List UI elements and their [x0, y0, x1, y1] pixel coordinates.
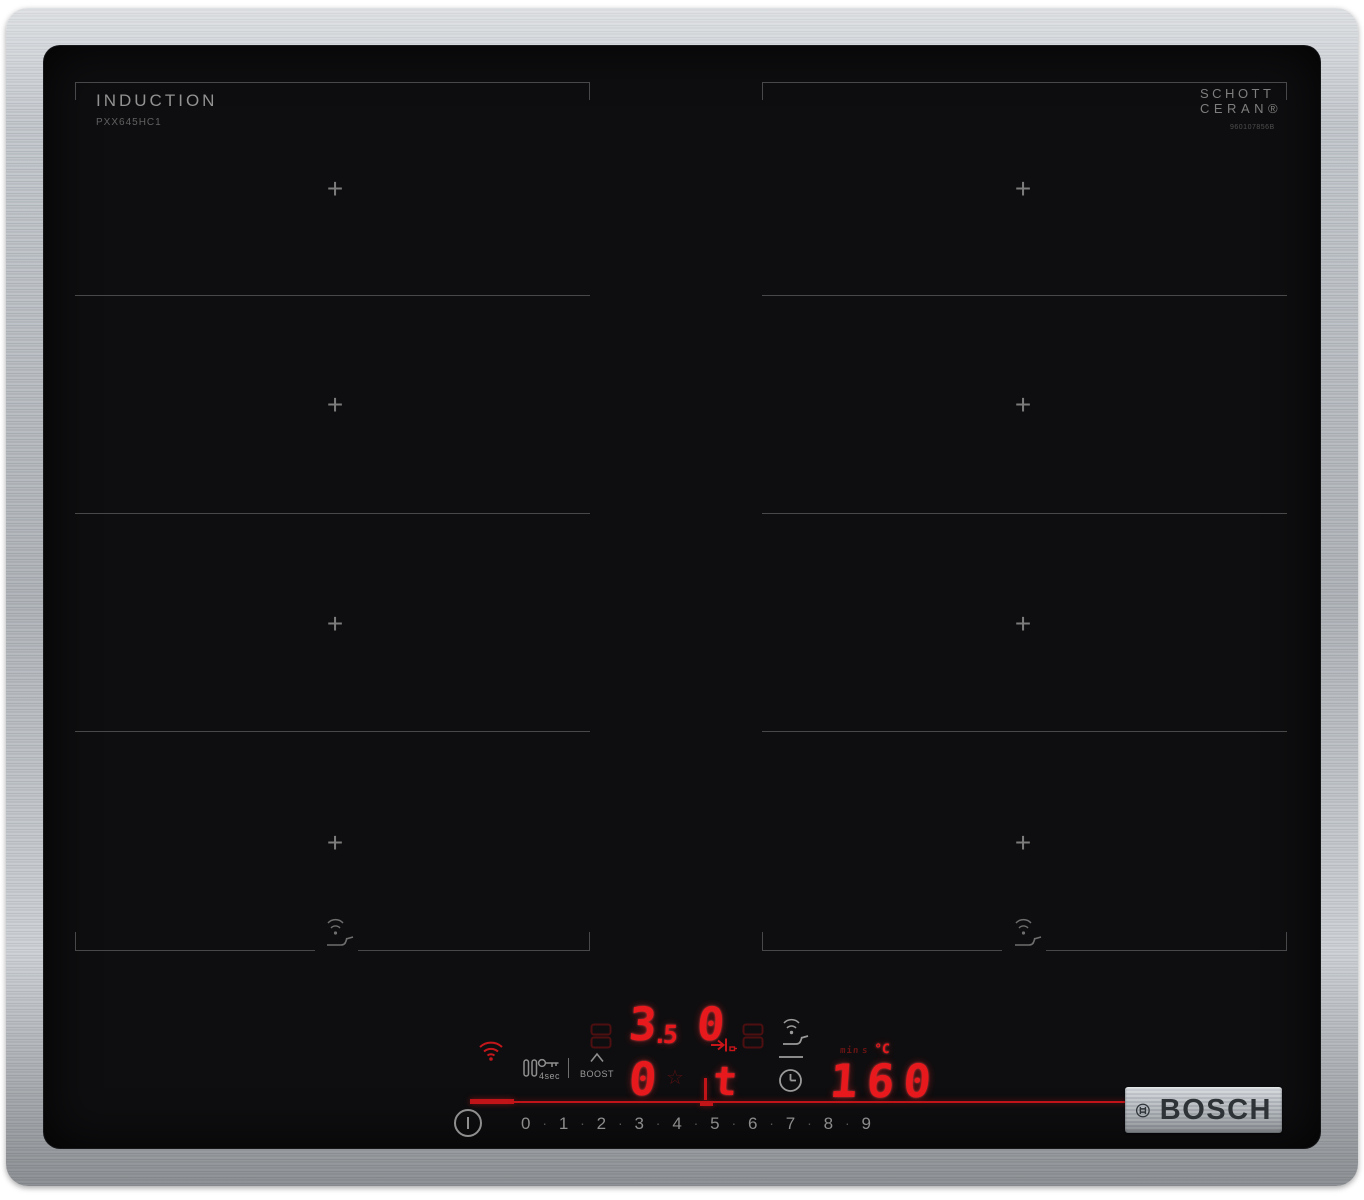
slider-dot: ·: [845, 1116, 850, 1130]
induction-label: INDUCTION: [96, 91, 217, 111]
slider-number[interactable]: 8: [824, 1115, 833, 1132]
bosch-wordmark: BOSCH: [1160, 1096, 1272, 1125]
zone-plus-mark: +: [1015, 829, 1031, 857]
wifi-icon: [478, 1040, 504, 1061]
zone-right-divider-1: [762, 295, 1287, 296]
divider: [568, 1058, 569, 1078]
slider-number[interactable]: 9: [861, 1115, 870, 1132]
slider-dot: ·: [807, 1116, 812, 1130]
star-icon: ☆: [666, 1068, 684, 1088]
zone-right-top-line: [762, 82, 1287, 83]
slider-dot: ·: [769, 1116, 774, 1130]
zone-left-bottom-stub-r: [589, 932, 590, 950]
slider-dot: ·: [731, 1116, 736, 1130]
zone-left-bottom-line-a: [75, 950, 315, 951]
zone-left-divider-3: [75, 731, 590, 732]
schott-ceran-logo: SCHOTT CERAN® 960107856B: [1200, 86, 1284, 131]
zone-right-divider-3: [762, 731, 1287, 732]
zone-plus-mark: +: [327, 610, 343, 638]
stainless-steel-frame: INDUCTION PXX645HC1 SCHOTT CERAN® 960107…: [6, 8, 1358, 1186]
ceran-line: CERAN®: [1200, 101, 1284, 116]
display-digit-small: 5: [662, 1022, 679, 1047]
slider-number[interactable]: 0: [521, 1115, 530, 1132]
power-button[interactable]: [454, 1109, 482, 1137]
child-lock-label[interactable]: 4sec: [539, 1072, 560, 1081]
zone-plus-mark: +: [1015, 610, 1031, 638]
zone-left-bottom-stub-l: [75, 932, 76, 950]
bosch-armature-icon: [1135, 1095, 1151, 1126]
display-zone-back-left: 3 . 5: [629, 1001, 678, 1047]
pan-sensor-icon[interactable]: [775, 1018, 809, 1050]
key-icon[interactable]: [537, 1056, 562, 1070]
slider-dot: ·: [694, 1116, 699, 1130]
display-zone-front-right: t: [712, 1062, 739, 1102]
schott-line: SCHOTT: [1200, 86, 1284, 101]
zone-right-bottom-line-b: [1046, 950, 1287, 951]
slider-dot: ·: [542, 1116, 547, 1130]
zone-plus-mark: +: [1015, 391, 1031, 419]
slider-number[interactable]: 7: [786, 1115, 795, 1132]
zone-left-top-stub-l: [75, 82, 76, 100]
bosch-badge: BOSCH: [1125, 1087, 1282, 1133]
zone-plus-mark: +: [327, 829, 343, 857]
move-pan-icon: [710, 1037, 738, 1056]
slider-dot: ·: [656, 1116, 661, 1130]
zone-right-divider-2: [762, 513, 1287, 514]
slider-active-segment[interactable]: [470, 1099, 514, 1104]
zone-left-top-line: [75, 82, 590, 83]
slider-number[interactable]: 5: [710, 1115, 719, 1132]
slider-number[interactable]: 6: [748, 1115, 757, 1132]
ceran-code: 960107856B: [1200, 124, 1284, 131]
ceran-glass-surface: INDUCTION PXX645HC1 SCHOTT CERAN® 960107…: [44, 46, 1320, 1148]
zone-right-bottom-stub-l: [762, 932, 763, 950]
zone-plus-mark: +: [327, 391, 343, 419]
slider-number[interactable]: 2: [597, 1115, 606, 1132]
boost-label[interactable]: BOOST: [580, 1070, 614, 1079]
display-zone-front-left: 0: [627, 1056, 658, 1102]
slider-track[interactable]: [514, 1101, 1200, 1103]
power-icon: [467, 1117, 469, 1129]
slider-dot: ·: [618, 1116, 623, 1130]
zone-left-top-stub-r: [589, 82, 590, 100]
flex-zone-icon[interactable]: [742, 1023, 764, 1049]
zone-left-divider-2: [75, 513, 590, 514]
zone-right-top-stub-l: [762, 82, 763, 100]
display-segment-bar: [704, 1078, 707, 1100]
zone-left-divider-1: [75, 295, 590, 296]
flex-zone-icon[interactable]: [590, 1023, 612, 1049]
divider: [779, 1056, 803, 1058]
pause-icon[interactable]: [523, 1059, 538, 1078]
power-level-scale[interactable]: 0 · 1 · 2 · 3 · 4 · 5 · 6 · 7 · 8 · 9: [521, 1112, 871, 1134]
zone-right-bottom-line-a: [762, 950, 1002, 951]
zone-right-bottom-stub-r: [1286, 932, 1287, 950]
slider-number[interactable]: 3: [634, 1115, 643, 1132]
temperature-display: 160: [828, 1058, 941, 1104]
chevron-up-icon[interactable]: [589, 1052, 605, 1063]
zone-right-top-stub-r: [1286, 82, 1287, 100]
zone-plus-mark: +: [327, 175, 343, 203]
zone-left-bottom-line-b: [358, 950, 590, 951]
pan-sensor-icon: [1001, 918, 1045, 950]
slider-number[interactable]: 1: [559, 1115, 568, 1132]
model-number-label: PXX645HC1: [96, 117, 162, 128]
slider-dot: ·: [580, 1116, 585, 1130]
clock-icon[interactable]: [778, 1068, 803, 1093]
pan-sensor-icon: [313, 918, 357, 950]
zone-plus-mark: +: [1015, 175, 1031, 203]
slider-number[interactable]: 4: [672, 1115, 681, 1132]
